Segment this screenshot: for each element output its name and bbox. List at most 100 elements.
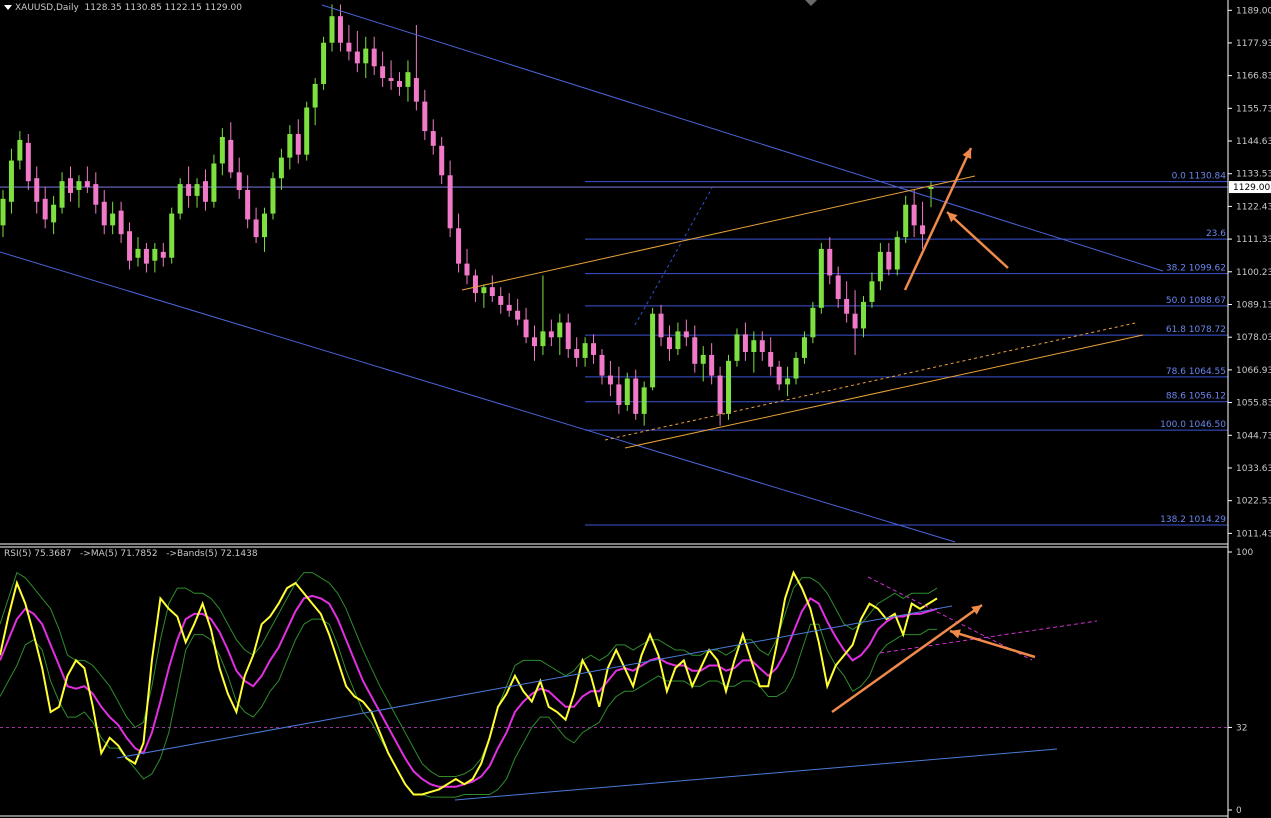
- candle-body: [127, 231, 133, 261]
- dropdown-arrow-icon[interactable]: [4, 5, 12, 10]
- candle-body: [413, 78, 419, 102]
- fib-level-label: 61.8 1078.72: [1166, 325, 1226, 335]
- candle-body: [405, 72, 411, 87]
- candle-body: [270, 178, 276, 214]
- candle-body: [531, 337, 537, 347]
- candle-body: [346, 42, 352, 52]
- candle-body: [430, 131, 436, 146]
- candle-body: [110, 213, 116, 226]
- candle-body: [827, 248, 833, 276]
- candle-body: [464, 263, 470, 276]
- candle-body: [498, 296, 504, 305]
- candle-body: [25, 142, 31, 182]
- candle-body: [118, 210, 124, 235]
- fib-level-label: 100.0 1046.50: [1160, 420, 1226, 430]
- candle-body: [768, 352, 774, 367]
- candle-body: [599, 354, 605, 376]
- candle-body: [143, 248, 149, 264]
- candle-body: [616, 384, 622, 406]
- chart-canvas: 0.0 1130.84 23.6 38.2 1099.62 50.0 1088.67 6…: [0, 0, 1271, 818]
- candle-body: [548, 331, 554, 338]
- rsi-panel: [0, 570, 1228, 817]
- candle-body: [928, 187, 934, 189]
- price-tick-label: 1177.93: [1236, 39, 1271, 49]
- candle-body: [666, 337, 672, 350]
- price-panel: 0.0 1130.84 23.6 38.2 1099.62 50.0 1088.67 6…: [0, 0, 1228, 548]
- candle-body: [641, 387, 647, 414]
- candle-body: [84, 181, 90, 188]
- bands-lower-line: [0, 618, 937, 798]
- candle-body: [380, 66, 386, 79]
- fib-level-label: 78.6 1064.55: [1166, 367, 1226, 377]
- candle-body: [709, 354, 715, 376]
- fib-level-label: 88.6 1056.12: [1166, 392, 1226, 402]
- candle-body: [692, 337, 698, 364]
- rsi-tick-label: 100: [1236, 548, 1253, 558]
- candle-body: [624, 378, 630, 406]
- candle-body: [700, 354, 706, 364]
- candle-body: [67, 178, 73, 193]
- candle-body: [59, 181, 65, 208]
- candle-body: [8, 160, 14, 202]
- candle-body: [903, 204, 909, 238]
- candle-body: [894, 237, 900, 270]
- candle-body: [304, 107, 310, 155]
- fib-level-label: 23.6: [1206, 229, 1226, 239]
- ohlc-label: 1128.35 1130.85 1122.15 1129.00: [84, 3, 242, 13]
- candle-body: [835, 275, 841, 299]
- price-tick-label: 1033.63: [1236, 464, 1271, 474]
- candle-body: [818, 248, 824, 308]
- current-price-label: 1129.00: [1233, 183, 1270, 193]
- chart-header: XAUUSD,Daily 1128.35 1130.85 1122.15 112…: [4, 3, 242, 13]
- candle-body: [726, 360, 732, 414]
- candle-body: [186, 184, 192, 196]
- price-tick-label: 1044.73: [1236, 431, 1271, 441]
- price-tick-label: 1089.13: [1236, 300, 1271, 310]
- price-tick-label: 1133.53: [1236, 170, 1271, 180]
- rsi-axis: 100 32 0: [1228, 548, 1253, 816]
- candle-body: [785, 378, 791, 385]
- candle-body: [776, 366, 782, 385]
- candle-body: [262, 213, 268, 238]
- candle-body: [101, 201, 107, 226]
- candle-body: [211, 163, 217, 202]
- price-tick-label: 1111.33: [1236, 235, 1271, 245]
- candle-body: [17, 139, 23, 161]
- candle-body: [861, 301, 867, 329]
- candle-body: [439, 145, 445, 176]
- candle-body: [886, 251, 892, 270]
- candle-body: [844, 298, 850, 314]
- rsi-dashed-trend: [879, 620, 1098, 654]
- price-tick-label: 1122.43: [1236, 202, 1271, 212]
- candle-body: [295, 134, 301, 155]
- candle-body: [228, 139, 234, 173]
- rsi-tick-label: 32: [1236, 723, 1247, 733]
- candle-body: [742, 334, 748, 353]
- candle-body: [34, 178, 40, 202]
- candle-body: [472, 275, 478, 294]
- orange-support-line: [624, 334, 1144, 449]
- price-axis: 1189.00 1177.93 1166.83 1155.73 1144.63 1133.…: [1227, 0, 1271, 818]
- rsi-up-arrow-head: [971, 605, 982, 615]
- candle-body: [633, 378, 639, 414]
- candle-body: [683, 331, 689, 338]
- candle-body: [245, 189, 251, 220]
- candle-body: [920, 225, 926, 235]
- candle-body: [793, 357, 799, 379]
- price-tick-label: 1144.63: [1236, 137, 1271, 147]
- candle-body: [278, 157, 284, 179]
- price-tick-label: 1066.93: [1236, 366, 1271, 376]
- candle-body: [523, 319, 529, 338]
- candle-body: [607, 375, 613, 385]
- price-tick-label: 1055.83: [1236, 399, 1271, 409]
- candle-body: [93, 184, 99, 205]
- price-tick-label: 1166.83: [1236, 72, 1271, 82]
- candle-body: [650, 313, 656, 388]
- candle-body: [363, 48, 369, 64]
- rsi-pointer-arrow: [949, 629, 1036, 659]
- bands-upper-line: [0, 571, 938, 777]
- candle-body: [582, 343, 588, 358]
- candle-body: [194, 184, 200, 196]
- candle-body: [51, 204, 57, 223]
- candle-body: [911, 204, 917, 226]
